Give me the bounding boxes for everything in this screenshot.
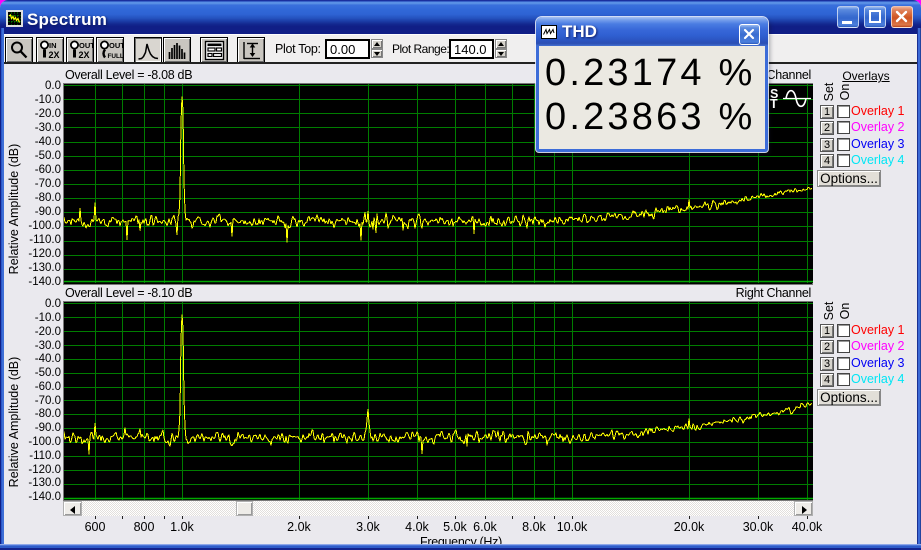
svg-text:OUT: OUT <box>79 41 93 50</box>
svg-text:IN: IN <box>49 41 57 50</box>
svg-text:OUT: OUT <box>109 41 124 50</box>
svg-text:FULL: FULL <box>108 53 124 60</box>
svg-text:2X: 2X <box>79 50 90 60</box>
svg-text:T: T <box>770 97 778 111</box>
svg-text:2X: 2X <box>49 50 60 60</box>
